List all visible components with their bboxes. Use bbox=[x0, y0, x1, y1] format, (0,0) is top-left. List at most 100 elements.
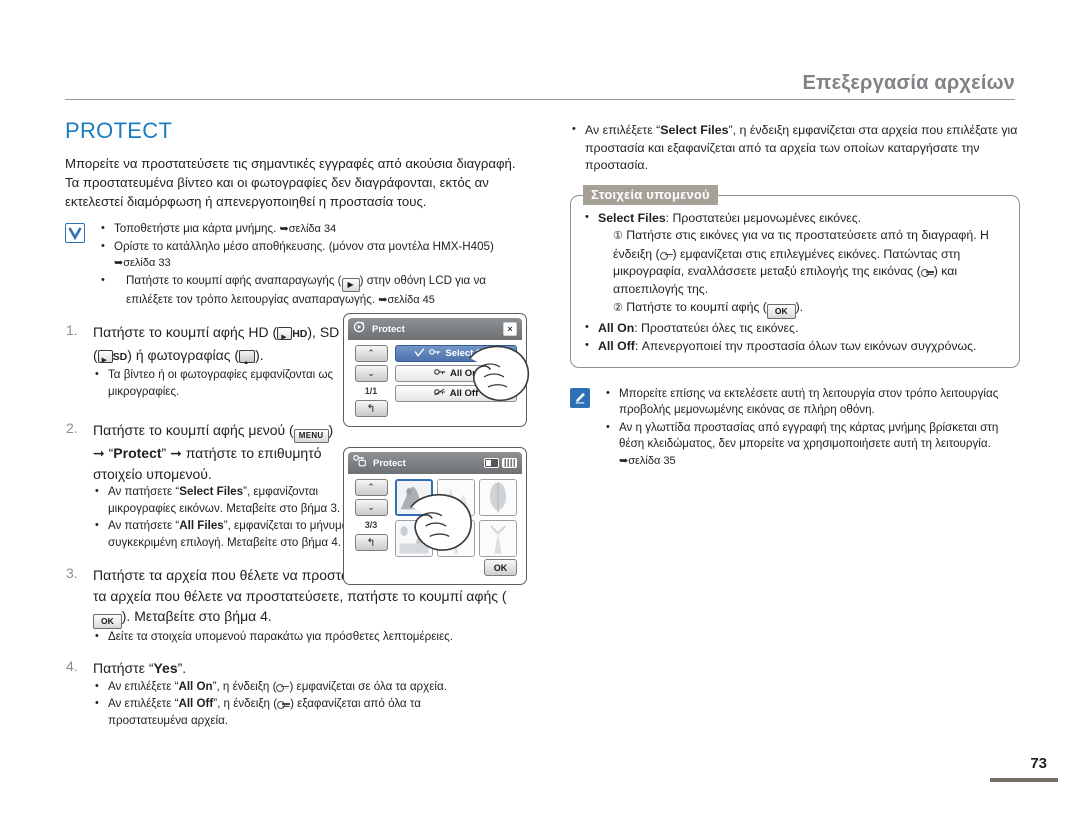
substep-2: ② Πατήστε το κουμπί αφής (OK). bbox=[598, 299, 1007, 319]
page-count: 3/3 bbox=[364, 520, 378, 530]
device-inner: Protect × ⌃ ⌄ 1/1 ↰ Select Files All On … bbox=[348, 318, 522, 422]
list-item: Αν επιλέξετε “All Off”, η ένδειξη () εξα… bbox=[93, 695, 493, 729]
step-text: Πατήστε το κουμπί αφής HD (HD), SD (SD) … bbox=[93, 322, 343, 373]
thumbnail-grid bbox=[395, 479, 517, 557]
submenu-items-box: Στοιχεία υπομενού Select Files: Προστατε… bbox=[570, 184, 1020, 368]
submenu-box-tag: Στοιχεία υπομενού bbox=[583, 184, 718, 205]
storage-icon bbox=[502, 458, 517, 468]
menu-button-icon: MENU bbox=[293, 429, 329, 443]
note-pen-icon bbox=[570, 387, 590, 408]
page-header: Επεξεργασία αρχείων bbox=[65, 72, 1015, 100]
page-number: 73 bbox=[1030, 755, 1047, 772]
menu-item-label: All On bbox=[450, 368, 478, 379]
key-icon bbox=[429, 348, 441, 359]
step-number: 2. bbox=[66, 420, 78, 436]
header-title: Επεξεργασία αρχείων bbox=[802, 72, 1015, 94]
checkmark-icon bbox=[65, 223, 85, 243]
thumbnail-item[interactable] bbox=[437, 479, 475, 516]
device-nav-column: ⌃ ⌄ 3/3 ↰ bbox=[353, 479, 389, 557]
device-body: ⌃ ⌄ 1/1 ↰ Select Files All On All Off bbox=[348, 340, 522, 422]
step-number: 3. bbox=[66, 565, 78, 581]
device-body: ⌃ ⌄ 3/3 ↰ bbox=[348, 474, 522, 559]
scroll-down-button[interactable]: ⌄ bbox=[354, 499, 388, 516]
step-number: 4. bbox=[66, 658, 78, 674]
select-files-substeps: ① Πατήστε στις εικόνες για να τις προστα… bbox=[598, 227, 1007, 319]
device-title: Protect bbox=[373, 457, 406, 469]
list-item: Τα βίντεο ή οι φωτογραφίες εμφανίζονται … bbox=[93, 366, 343, 400]
device-footer: OK bbox=[348, 559, 522, 580]
thumbnail-item[interactable] bbox=[437, 520, 475, 557]
back-button[interactable]: ↰ bbox=[354, 534, 388, 551]
photo-mode-icon bbox=[239, 349, 256, 373]
scroll-up-button[interactable]: ⌃ bbox=[354, 479, 388, 496]
document-page: Επεξεργασία αρχείων PROTECT Μπορείτε να … bbox=[0, 0, 1080, 827]
device-titlebar: Protect bbox=[348, 452, 522, 474]
protect-key-icon bbox=[353, 454, 368, 472]
protect-indicator-icon bbox=[659, 251, 673, 260]
back-button[interactable]: ↰ bbox=[354, 400, 388, 417]
ok-button-icon: OK bbox=[93, 613, 122, 629]
thumbnail-item[interactable] bbox=[479, 520, 517, 557]
thumbnail-item[interactable] bbox=[395, 520, 433, 557]
step-number: 1. bbox=[66, 322, 78, 338]
submenu-list: Select Files: Προστατεύει μεμονωμένες ει… bbox=[583, 209, 1007, 356]
step-4-sublist: Αν επιλέξετε “All On”, η ένδειξη () εμφα… bbox=[93, 678, 530, 730]
menu-item-all-off[interactable]: All Off bbox=[395, 385, 517, 402]
ok-button-icon: OK bbox=[766, 303, 796, 319]
hd-mode-icon bbox=[277, 327, 293, 349]
step-text: Πατήστε “Yes”. bbox=[93, 660, 187, 676]
list-item-all-off: All Off: Απενεργοποιεί την προστασία όλω… bbox=[583, 337, 1007, 356]
thumbnail-item[interactable] bbox=[479, 479, 517, 516]
list-item: Μπορείτε επίσης να εκτελέσετε αυτή τη λε… bbox=[604, 385, 1020, 419]
step-3-sublist: Δείτε τα στοιχεία υπομενού παρακάτω για … bbox=[93, 628, 530, 646]
page-number-bar bbox=[990, 778, 1058, 782]
playback-icon: ▶ bbox=[341, 277, 360, 292]
thumbnail-item[interactable] bbox=[395, 479, 433, 516]
menu-item-label: All Off bbox=[449, 388, 479, 399]
playback-protect-icon bbox=[353, 320, 367, 339]
protect-indicator-icon bbox=[920, 268, 934, 277]
battery-icon bbox=[484, 458, 499, 468]
device-titlebar: Protect × bbox=[348, 318, 522, 340]
list-item: Δείτε τα στοιχεία υπομενού παρακάτω για … bbox=[93, 628, 530, 646]
sd-mode-icon bbox=[97, 349, 113, 371]
right-column: Αν επιλέξετε “Select Files”, η ένδειξη ε… bbox=[570, 118, 1020, 483]
list-item: Αν επιλέξετε “Select Files”, η ένδειξη ε… bbox=[570, 121, 1020, 175]
list-item: Πατήστε το κουμπί αφής αναπαραγωγής (▶) … bbox=[99, 272, 530, 309]
menu-item-label: Select Files bbox=[445, 348, 498, 359]
menu-item-select-files[interactable]: Select Files bbox=[395, 345, 517, 362]
header-rule bbox=[65, 99, 1015, 100]
scroll-up-button[interactable]: ⌃ bbox=[354, 345, 388, 362]
key-icon bbox=[434, 368, 446, 379]
key-off-icon bbox=[433, 388, 446, 399]
precheck-list: Τοποθετήστε μια κάρτα μνήμης. ➥σελίδα 34… bbox=[99, 220, 530, 309]
device-nav-column: ⌃ ⌄ 1/1 ↰ bbox=[353, 345, 389, 417]
device-screenshot-protect-menu: Protect × ⌃ ⌄ 1/1 ↰ Select Files All On … bbox=[343, 313, 530, 427]
device-inner: Protect ⌃ ⌄ 3/3 ↰ OK bbox=[348, 452, 522, 580]
list-item: Αν πατήσετε “Select Files”, εμφανίζονται… bbox=[93, 483, 345, 517]
device-screenshot-protect-thumbs: Protect ⌃ ⌄ 3/3 ↰ OK bbox=[343, 447, 527, 585]
note-callout: Μπορείτε επίσης να εκτελέσετε αυτή τη λε… bbox=[570, 385, 1020, 470]
list-item-select-files: Select Files: Προστατεύει μεμονωμένες ει… bbox=[583, 209, 1007, 319]
step-1-sublist: Τα βίντεο ή οι φωτογραφίες εμφανίζονται … bbox=[93, 366, 343, 400]
check-icon bbox=[414, 347, 425, 360]
list-item-all-on: All On: Προστατεύει όλες τις εικόνες. bbox=[583, 319, 1007, 338]
ok-button[interactable]: OK bbox=[484, 559, 517, 576]
close-icon[interactable]: × bbox=[503, 322, 517, 336]
list-item: Τοποθετήστε μια κάρτα μνήμης. ➥σελίδα 34 bbox=[99, 220, 530, 238]
substep-1: ① Πατήστε στις εικόνες για να τις προστα… bbox=[613, 228, 989, 296]
protect-indicator-icon bbox=[276, 683, 290, 692]
section-title: PROTECT bbox=[65, 118, 173, 143]
page-count: 1/1 bbox=[364, 386, 378, 396]
list-item: Ορίστε το κατάλληλο μέσο αποθήκευσης. (μ… bbox=[99, 238, 530, 272]
left-column: PROTECT Μπορείτε να προστατεύσετε τις ση… bbox=[65, 118, 530, 742]
device-menu-list: Select Files All On All Off bbox=[395, 345, 517, 417]
scroll-down-button[interactable]: ⌄ bbox=[354, 365, 388, 382]
precheck-callout: Τοποθετήστε μια κάρτα μνήμης. ➥σελίδα 34… bbox=[65, 220, 530, 309]
device-title: Protect bbox=[372, 323, 405, 335]
list-item: Αν η γλωττίδα προστασίας από εγγραφή της… bbox=[604, 419, 1020, 470]
step-text: Πατήστε το κουμπί αφής μενού (MENU) ➞ “P… bbox=[93, 422, 334, 482]
battery-status-icons bbox=[484, 458, 517, 468]
menu-item-all-on[interactable]: All On bbox=[395, 365, 517, 382]
section-intro: Μπορείτε να προστατεύσετε τις σημαντικές… bbox=[65, 156, 516, 209]
